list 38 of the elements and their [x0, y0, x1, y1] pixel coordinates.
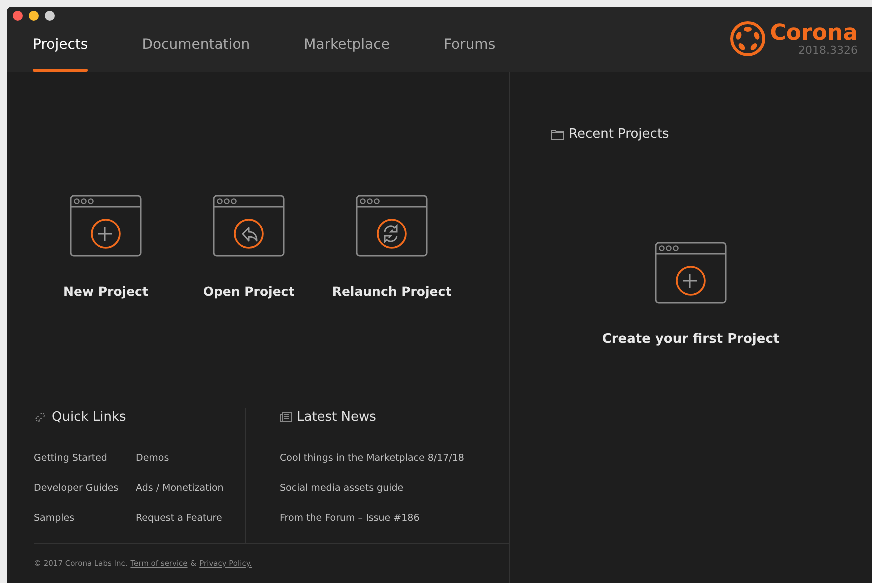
- version-label: 2018.3326: [798, 44, 858, 56]
- link-icon: [34, 411, 47, 424]
- section-title: Quick Links: [52, 409, 126, 427]
- quick-link[interactable]: Developer Guides: [34, 482, 136, 496]
- folder-icon: [551, 129, 564, 140]
- news-link[interactable]: From the Forum – Issue #186: [280, 512, 464, 526]
- active-tab-underline: [33, 69, 88, 72]
- project-action-button[interactable]: Relaunch Project: [330, 195, 454, 302]
- project-action-button[interactable]: New Project: [44, 195, 168, 302]
- nav-tab[interactable]: Projects: [33, 35, 88, 72]
- project-window-icon: [213, 195, 285, 257]
- news-icon: [280, 412, 292, 424]
- quick-link[interactable]: Samples: [34, 512, 136, 526]
- project-action-button[interactable]: Open Project: [187, 195, 311, 302]
- nav-tab[interactable]: Forums: [444, 35, 496, 72]
- nav-tab[interactable]: Documentation: [142, 35, 250, 72]
- project-window-icon: [654, 242, 727, 304]
- logo-icon: [730, 21, 766, 57]
- nav-tab[interactable]: Marketplace: [304, 35, 390, 72]
- quick-link[interactable]: Request a Feature: [136, 512, 246, 526]
- action-label: Open Project: [203, 283, 295, 301]
- quick-link[interactable]: Getting Started: [34, 452, 136, 466]
- brand-name: Corona: [770, 22, 858, 44]
- quick-link[interactable]: Ads / Monetization: [136, 482, 246, 496]
- project-window-icon: [70, 195, 142, 257]
- zoom-button[interactable]: [45, 11, 55, 21]
- minimize-button[interactable]: [29, 11, 39, 21]
- news-link[interactable]: Cool things in the Marketplace 8/17/18: [280, 452, 464, 466]
- close-button[interactable]: [13, 11, 23, 21]
- action-label: New Project: [64, 283, 148, 301]
- news-link[interactable]: Social media assets guide: [280, 482, 464, 496]
- create-label: Create your first Project: [602, 330, 780, 348]
- create-project-button[interactable]: Create your first Project: [602, 242, 780, 349]
- section-title: Latest News: [297, 409, 376, 427]
- section-title: Recent Projects: [569, 126, 670, 144]
- action-label: Relaunch Project: [332, 283, 452, 301]
- project-window-icon: [356, 195, 428, 257]
- quick-link[interactable]: Demos: [136, 452, 246, 466]
